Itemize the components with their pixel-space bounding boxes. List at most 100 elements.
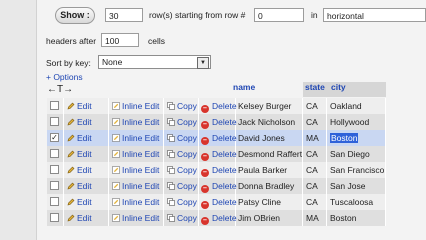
- pencil-icon: [67, 198, 75, 206]
- options-link[interactable]: + Options: [46, 72, 83, 82]
- row-checkbox-cell: ✓: [47, 130, 64, 146]
- name-cell: Paula Barker: [236, 162, 303, 178]
- delete-link[interactable]: – Delete: [199, 210, 237, 226]
- city-cell[interactable]: San Jose: [327, 178, 386, 194]
- display-mode-select[interactable]: horizontal: [323, 8, 426, 22]
- row-checkbox[interactable]: [50, 101, 59, 110]
- copy-link[interactable]: Copy: [164, 98, 199, 114]
- row-checkbox[interactable]: [50, 197, 59, 206]
- edit-link[interactable]: Edit: [64, 210, 109, 226]
- name-cell: Desmond Rafferty: [236, 146, 303, 162]
- copy-icon: [167, 214, 175, 222]
- edit-link[interactable]: Edit: [64, 162, 109, 178]
- start-row-input[interactable]: 0: [254, 8, 304, 22]
- row-checkbox-cell: [47, 146, 64, 162]
- row-checkbox[interactable]: [50, 213, 59, 222]
- city-cell[interactable]: Tuscaloosa: [327, 194, 386, 210]
- row-checkbox[interactable]: [50, 165, 59, 174]
- edit-link[interactable]: Edit: [64, 130, 109, 146]
- table-row[interactable]: Edit Inline Edit Copy – Delete Paula Barker CA…: [47, 162, 386, 178]
- copy-link[interactable]: Copy: [164, 130, 199, 146]
- copy-link[interactable]: Copy: [164, 178, 199, 194]
- city-cell[interactable]: San Diego: [327, 146, 386, 162]
- edit-link[interactable]: Edit: [64, 98, 109, 114]
- table-row[interactable]: Edit Inline Edit Copy – Delete Jack Nicholson…: [47, 114, 386, 130]
- delete-icon: –: [201, 121, 209, 129]
- row-checkbox-cell: [47, 194, 64, 210]
- browse-panel: Show : 30 row(s) starting from row # 0 i…: [37, 0, 426, 240]
- row-checkbox[interactable]: [50, 117, 59, 126]
- inline-edit-icon: [112, 214, 120, 222]
- row-checkbox[interactable]: ✓: [50, 133, 59, 142]
- row-checkbox-cell: [47, 98, 64, 114]
- table-row[interactable]: Edit Inline Edit Copy – Delete Kelsey Burger C…: [47, 98, 386, 114]
- table-row[interactable]: ✓ Edit Inline Edit Copy – Delete David Jones MA…: [47, 130, 386, 146]
- inline-edit-link[interactable]: Inline Edit: [109, 114, 164, 130]
- delete-link[interactable]: – Delete: [199, 146, 237, 162]
- inline-edit-icon: [112, 118, 120, 126]
- city-cell[interactable]: Hollywood: [327, 114, 386, 130]
- delete-icon: –: [201, 137, 209, 145]
- copy-link[interactable]: Copy: [164, 194, 199, 210]
- row-checkbox[interactable]: [50, 149, 59, 158]
- copy-icon: [167, 118, 175, 126]
- column-header-state[interactable]: state: [305, 82, 327, 97]
- sort-by-key-select[interactable]: None ▼: [98, 55, 211, 69]
- inline-edit-link[interactable]: Inline Edit: [109, 146, 164, 162]
- delete-link[interactable]: – Delete: [199, 114, 237, 130]
- edit-link[interactable]: Edit: [64, 178, 109, 194]
- column-header-city[interactable]: city: [331, 82, 386, 97]
- table-row[interactable]: Edit Inline Edit Copy – Delete Patsy Cline CA T…: [47, 194, 386, 210]
- show-button[interactable]: Show :: [55, 7, 95, 24]
- state-cell: CA: [303, 114, 327, 130]
- inline-edit-link[interactable]: Inline Edit: [109, 178, 164, 194]
- sort-selected-value: None: [102, 57, 123, 67]
- pencil-icon: [67, 182, 75, 190]
- edit-link[interactable]: Edit: [64, 146, 109, 162]
- column-arrows-icon[interactable]: ←T→: [47, 84, 73, 95]
- column-header-name[interactable]: name: [233, 82, 301, 97]
- table-row[interactable]: Edit Inline Edit Copy – Delete Donna Bradley C…: [47, 178, 386, 194]
- inline-edit-link[interactable]: Inline Edit: [109, 162, 164, 178]
- copy-link[interactable]: Copy: [164, 146, 199, 162]
- delete-link[interactable]: – Delete: [199, 162, 237, 178]
- state-cell: MA: [303, 210, 327, 226]
- edit-link[interactable]: Edit: [64, 114, 109, 130]
- inline-edit-icon: [112, 134, 120, 142]
- row-checkbox-cell: [47, 162, 64, 178]
- city-cell[interactable]: Boston: [327, 130, 386, 146]
- name-cell: Jack Nicholson: [236, 114, 303, 130]
- headers-after-input[interactable]: 100: [101, 33, 139, 47]
- delete-link[interactable]: – Delete: [199, 178, 237, 194]
- table-row[interactable]: Edit Inline Edit Copy – Delete Jim OBrien MA Bo…: [47, 210, 386, 226]
- state-cell: CA: [303, 98, 327, 114]
- rows-count-input[interactable]: 30: [105, 8, 143, 22]
- city-cell[interactable]: San Francisco: [327, 162, 386, 178]
- edit-link[interactable]: Edit: [64, 194, 109, 210]
- delete-link[interactable]: – Delete: [199, 130, 237, 146]
- name-cell: Kelsey Burger: [236, 98, 303, 114]
- delete-link[interactable]: – Delete: [199, 194, 237, 210]
- row-checkbox-cell: [47, 178, 64, 194]
- city-cell[interactable]: Oakland: [327, 98, 386, 114]
- name-cell: David Jones: [236, 130, 303, 146]
- name-cell: Jim OBrien: [236, 210, 303, 226]
- copy-link[interactable]: Copy: [164, 162, 199, 178]
- delete-icon: –: [201, 201, 209, 209]
- state-cell: MA: [303, 130, 327, 146]
- inline-edit-link[interactable]: Inline Edit: [109, 98, 164, 114]
- pencil-icon: [67, 150, 75, 158]
- row-checkbox[interactable]: [50, 181, 59, 190]
- inline-edit-icon: [112, 150, 120, 158]
- inline-edit-link[interactable]: Inline Edit: [109, 210, 164, 226]
- delete-link[interactable]: – Delete: [199, 98, 237, 114]
- table-row[interactable]: Edit Inline Edit Copy – Delete Desmond Raffer…: [47, 146, 386, 162]
- copy-link[interactable]: Copy: [164, 210, 199, 226]
- copy-link[interactable]: Copy: [164, 114, 199, 130]
- state-cell: CA: [303, 194, 327, 210]
- inline-edit-link[interactable]: Inline Edit: [109, 194, 164, 210]
- inline-edit-link[interactable]: Inline Edit: [109, 130, 164, 146]
- city-cell[interactable]: Boston: [327, 210, 386, 226]
- copy-icon: [167, 182, 175, 190]
- inline-edit-icon: [112, 102, 120, 110]
